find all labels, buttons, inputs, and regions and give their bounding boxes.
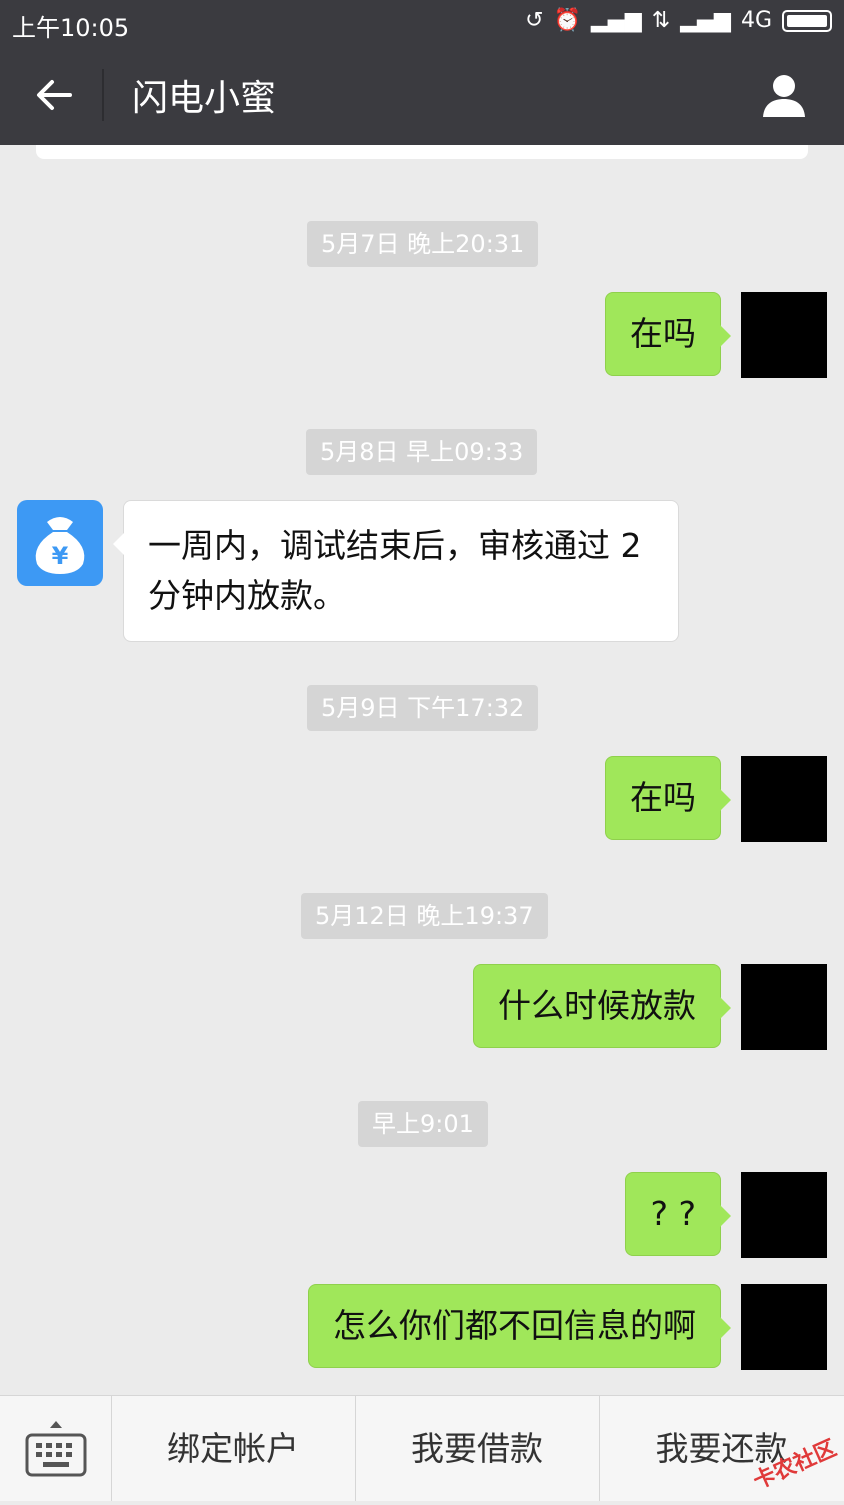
user-avatar[interactable] xyxy=(741,756,827,842)
chat-title: 闪电小蜜 xyxy=(132,78,277,119)
user-avatar[interactable] xyxy=(741,1284,827,1370)
back-arrow-icon[interactable] xyxy=(32,73,76,117)
profile-icon[interactable] xyxy=(760,71,808,119)
borrow-button[interactable]: 我要借款 xyxy=(355,1396,600,1501)
sent-message[interactable]: 在吗 xyxy=(605,756,731,840)
bind-account-button[interactable]: 绑定帐户 xyxy=(111,1396,356,1501)
timestamp: 早上9:01 xyxy=(358,1101,488,1147)
battery-icon xyxy=(782,9,832,32)
status-icons: ↺ ⏰ ▂▄▆ ⇅ ▂▄▆ 4G xyxy=(525,8,832,33)
keyboard-toggle-button[interactable] xyxy=(0,1396,112,1501)
bottom-menu-bar: 绑定帐户 我要借款 我要还款 卡农社区 xyxy=(0,1395,844,1501)
timestamp: 5月12日 晚上19:37 xyxy=(301,893,548,939)
keyboard-icon xyxy=(25,1421,87,1477)
user-avatar[interactable] xyxy=(741,1172,827,1258)
header-bar: 闪电小蜜 xyxy=(0,45,844,145)
sent-message[interactable]: 什么时候放款 xyxy=(473,964,731,1048)
bot-avatar[interactable]: ¥ xyxy=(17,500,103,586)
user-avatar[interactable] xyxy=(741,292,827,378)
data-transfer-icon: ⇅ xyxy=(651,8,671,33)
sent-message[interactable]: ? ? xyxy=(625,1172,731,1256)
sent-message[interactable]: 在吗 xyxy=(605,292,731,376)
sent-message[interactable]: 怎么你们都不回信息的啊 xyxy=(308,1284,731,1368)
network-type: 4G xyxy=(740,8,772,33)
previous-card-edge xyxy=(36,145,808,159)
signal-icon: ▂▄▆ xyxy=(590,8,642,33)
status-bar: 上午10:05 ↺ ⏰ ▂▄▆ ⇅ ▂▄▆ 4G xyxy=(0,0,844,45)
svg-text:¥: ¥ xyxy=(52,542,69,570)
status-time: 上午10:05 xyxy=(12,14,130,42)
timestamp: 5月9日 下午17:32 xyxy=(307,685,539,731)
signal-icon-2: ▂▄▆ xyxy=(680,8,731,33)
sync-icon: ↺ xyxy=(525,8,544,33)
timestamp: 5月7日 晚上20:31 xyxy=(307,221,539,267)
alarm-icon: ⏰ xyxy=(553,8,581,33)
money-bag-icon: ¥ xyxy=(35,517,85,574)
timestamp: 5月8日 早上09:33 xyxy=(306,429,538,475)
chat-area[interactable]: 5月7日 晚上20:31 在吗 5月8日 早上09:33 ¥ 一周内，调试结束后… xyxy=(0,145,844,1395)
received-message[interactable]: 一周内，调试结束后，审核通过 2 分钟内放款。 xyxy=(113,500,679,642)
header-divider xyxy=(102,69,104,121)
user-avatar[interactable] xyxy=(741,964,827,1050)
